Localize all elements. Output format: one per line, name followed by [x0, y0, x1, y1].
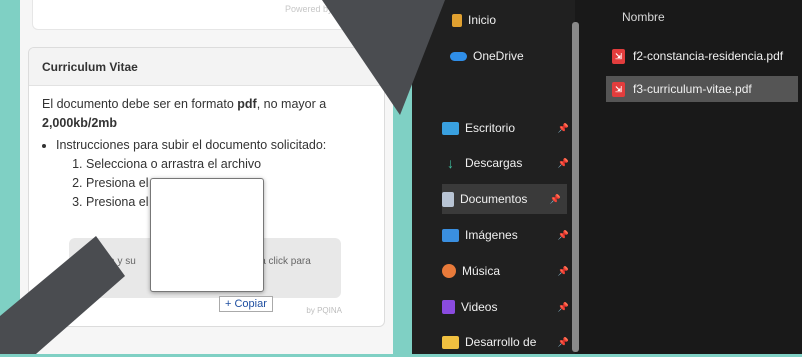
video-icon	[442, 300, 455, 314]
file-row[interactable]: ⇲ f2-constancia-residencia.pdf	[606, 43, 783, 69]
pdf-file-icon: ⇲	[612, 48, 625, 64]
copy-tooltip: + Copiar	[219, 296, 273, 312]
file-explorer-window: Inicio OneDrive Escritorio 📌 ↓ Descargas…	[412, 0, 802, 354]
pin-icon: 📌	[557, 265, 569, 276]
step-item: Selecciona o arrastra el archivo	[86, 155, 384, 174]
pdf-file-icon: ⇲	[612, 81, 625, 97]
file-list: Nombre ⇲ f2-constancia-residencia.pdf ⇲ …	[582, 0, 802, 354]
section-title: Curriculum Vitae	[29, 48, 384, 86]
nav-item-imagenes[interactable]: Imágenes 📌	[442, 220, 575, 250]
powered-by-label: Powered by PQINA	[284, 4, 363, 14]
column-header-nombre[interactable]: Nombre	[622, 10, 665, 24]
nav-item-desarrollo[interactable]: Desarrollo de 📌	[442, 327, 575, 357]
nav-item-musica[interactable]: Música 📌	[442, 256, 575, 286]
pin-icon: 📌	[549, 193, 561, 204]
pin-icon: 📌	[557, 229, 569, 240]
sidebar-scrollbar[interactable]	[572, 22, 579, 352]
nav-item-documentos[interactable]: Documentos 📌	[442, 184, 567, 214]
previous-upload-card: Powered by PQINA	[32, 0, 384, 30]
nav-item-videos[interactable]: Videos 📌	[442, 292, 575, 322]
powered-by-label: by PQINA	[306, 306, 342, 315]
home-icon	[452, 13, 462, 27]
nav-item-inicio[interactable]: Inicio	[452, 5, 496, 35]
navigation-pane: Inicio OneDrive Escritorio 📌 ↓ Descargas…	[412, 0, 575, 354]
folder-icon	[442, 335, 459, 349]
file-name: f2-constancia-residencia.pdf	[633, 49, 784, 63]
pin-icon: 📌	[557, 157, 569, 168]
nav-item-onedrive[interactable]: OneDrive	[450, 41, 524, 71]
download-icon: ↓	[447, 154, 454, 171]
size-limit: 2,000kb/2mb	[42, 116, 118, 130]
desktop-icon	[442, 121, 459, 135]
dropzone-text: tra y su	[103, 256, 136, 267]
nav-item-descargas[interactable]: ↓ Descargas 📌	[442, 148, 575, 178]
file-row-selected[interactable]: ⇲ f3-curriculum-vitae.pdf	[606, 76, 798, 102]
web-form-panel: Powered by PQINA Curriculum Vitae El doc…	[20, 0, 393, 354]
pin-icon: 📌	[557, 301, 569, 312]
drag-preview	[150, 178, 264, 292]
pin-icon: 📌	[557, 336, 569, 347]
cloud-icon	[450, 51, 467, 61]
format-value: pdf	[237, 97, 257, 111]
file-name: f3-curriculum-vitae.pdf	[633, 82, 752, 96]
nav-item-escritorio[interactable]: Escritorio 📌	[442, 113, 575, 143]
dropzone-text: la click para	[258, 256, 311, 267]
format-requirement: El documento debe ser en formato pdf, no…	[42, 97, 327, 111]
music-icon	[442, 264, 456, 278]
image-icon	[442, 228, 459, 242]
document-icon	[442, 191, 454, 207]
pin-icon: 📌	[557, 122, 569, 133]
